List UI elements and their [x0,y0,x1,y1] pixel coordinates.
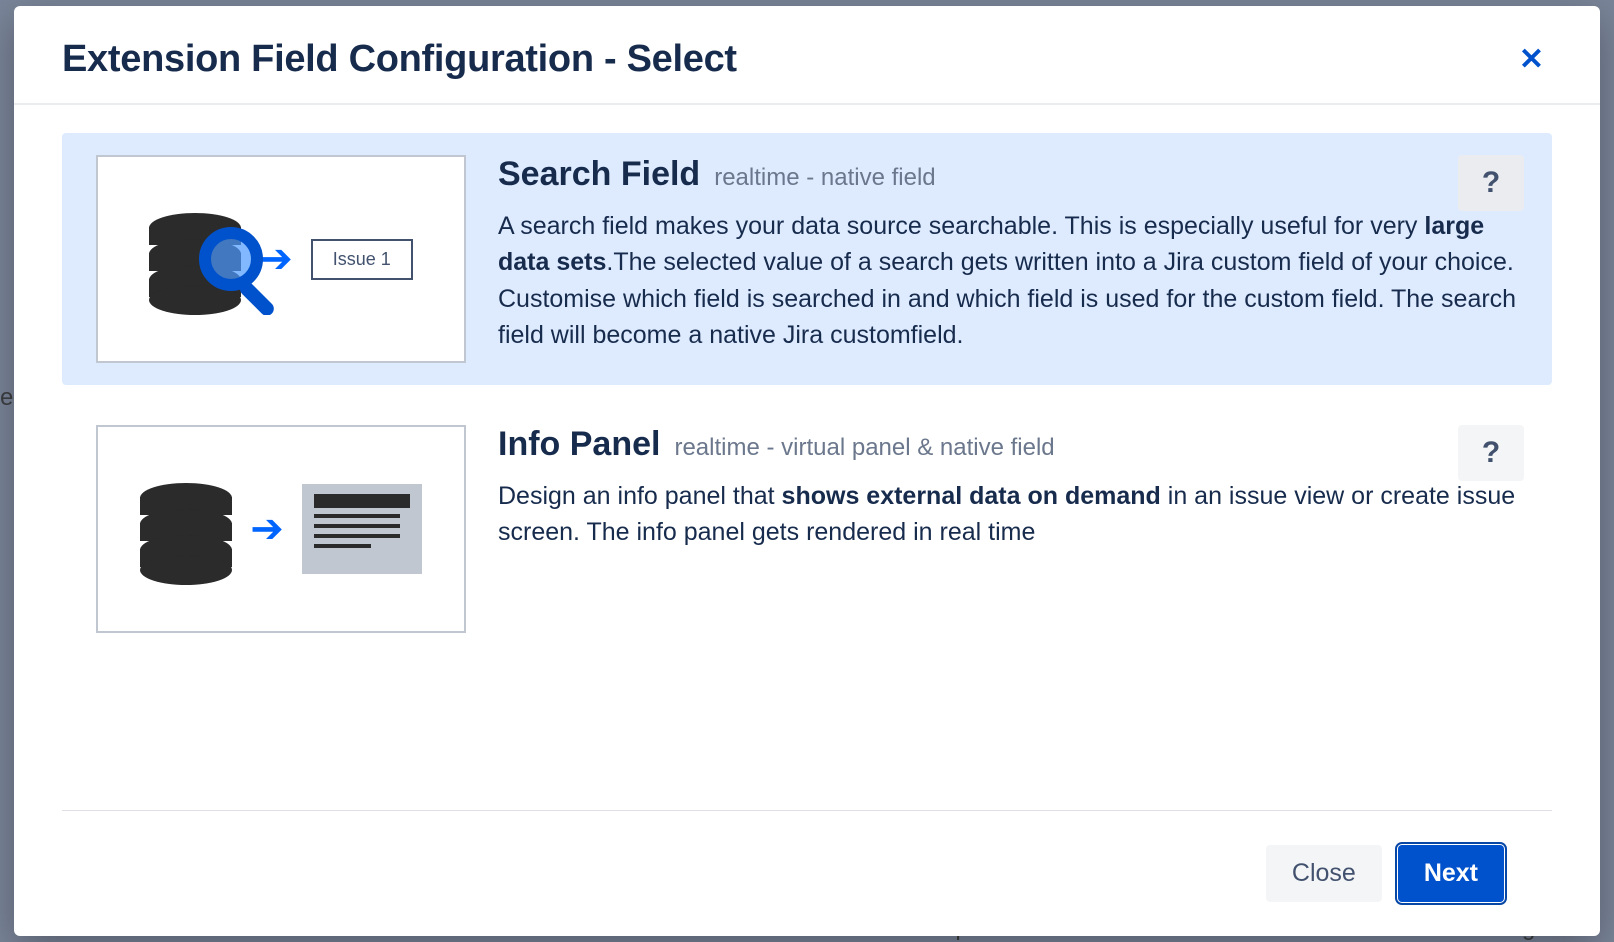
modal-footer: Close Next [62,810,1552,936]
option-subtitle: realtime - native field [714,164,935,192]
option-title: Search Field [498,155,700,194]
close-button[interactable]: Close [1266,845,1382,902]
option-title: Info Panel [498,425,660,464]
option-subtitle: realtime - virtual panel & native field [674,434,1054,462]
panel-icon [302,484,422,574]
help-button[interactable]: ? [1458,425,1524,481]
modal-header: Extension Field Configuration - Select ✕ [14,6,1600,105]
option-content: Info Panel realtime - virtual panel & na… [498,425,1518,633]
database-icon [140,483,232,575]
illustration-info-panel: ➔ [96,425,466,633]
help-button[interactable]: ? [1458,155,1524,211]
arrow-right-icon: ➔ [250,509,284,549]
option-search-field[interactable]: ➔ Issue 1 Search Field realtime - native… [62,133,1552,385]
option-content: Search Field realtime - native field A s… [498,155,1518,363]
option-description: Design an info panel that shows external… [498,478,1518,551]
option-info-panel[interactable]: ➔ Info Panel realtime - virtual panel & … [62,403,1552,655]
issue-chip: Issue 1 [311,239,413,280]
modal-title: Extension Field Configuration - Select [62,38,737,81]
backdrop-text: e [0,384,13,412]
magnifier-icon [197,225,287,315]
modal-dialog: Extension Field Configuration - Select ✕ [14,6,1600,936]
close-icon[interactable]: ✕ [1511,41,1552,79]
illustration-search-field: ➔ Issue 1 [96,155,466,363]
modal-body: ➔ Issue 1 Search Field realtime - native… [14,105,1600,810]
option-description: A search field makes your data source se… [498,208,1518,353]
next-button[interactable]: Next [1398,845,1504,902]
